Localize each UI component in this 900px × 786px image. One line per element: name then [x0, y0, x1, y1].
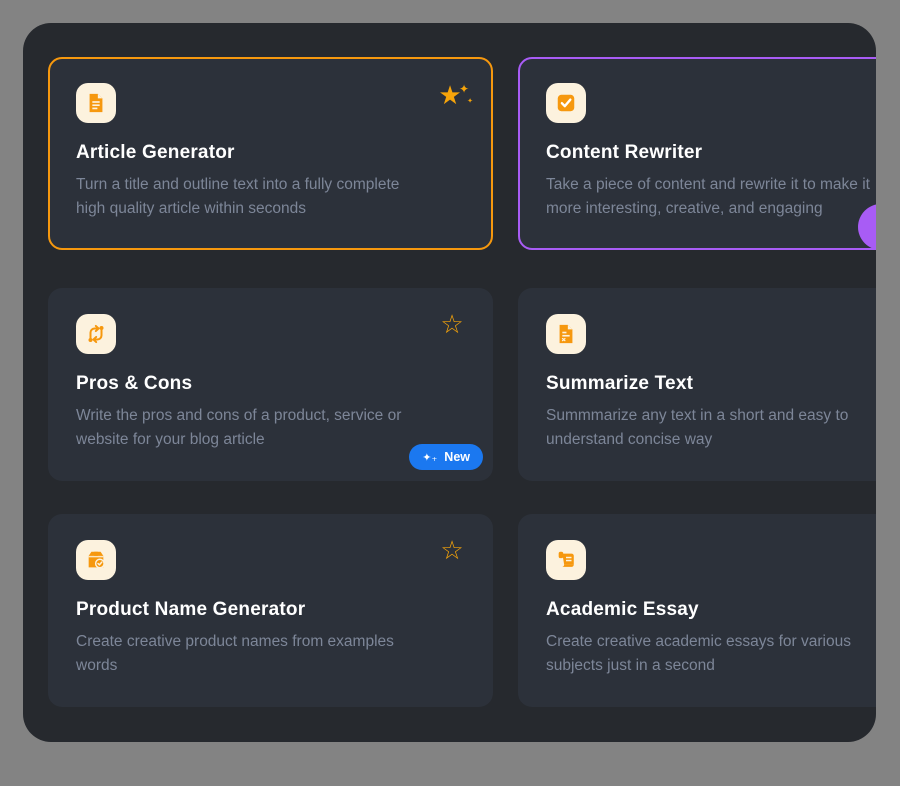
card-description: Turn a title and outline text into a ful…	[76, 173, 465, 221]
swap-arrows-icon	[76, 314, 116, 354]
article-document-icon	[85, 92, 107, 114]
summarize-document-icon	[546, 314, 586, 354]
favorite-outline-star-icon[interactable]: ☆	[437, 536, 467, 566]
tool-card-article-generator[interactable]: ★ ✦ ✦ Article Generator Turn a title and…	[48, 57, 493, 250]
card-description: Summmarize any text in a short and easy …	[546, 404, 876, 452]
new-badge-label: New	[444, 450, 470, 464]
card-description: Take a piece of content and rewrite it t…	[546, 173, 876, 221]
checkbox-icon	[555, 92, 577, 114]
summarize-document-icon	[555, 323, 577, 345]
tools-grid-panel: ★ ✦ ✦ Article Generator Turn a title and…	[23, 23, 876, 742]
scroll-icon	[546, 540, 586, 580]
product-box-icon	[85, 549, 107, 571]
checkbox-icon	[546, 83, 586, 123]
card-title: Product Name Generator	[76, 599, 465, 621]
card-title: Content Rewriter	[546, 142, 876, 164]
tool-card-product-name-generator[interactable]: ☆ Product Name Generator Create creative…	[48, 514, 493, 707]
product-box-icon	[76, 540, 116, 580]
tool-card-summarize-text[interactable]: Summarize Text Summmarize any text in a …	[518, 288, 876, 481]
card-description: Write the pros and cons of a product, se…	[76, 404, 465, 452]
favorite-outline-star-icon[interactable]: ☆	[437, 310, 467, 340]
tool-card-content-rewriter[interactable]: Content Rewriter Take a piece of content…	[518, 57, 876, 250]
card-title: Academic Essay	[546, 599, 876, 621]
article-document-icon	[76, 83, 116, 123]
card-title: Article Generator	[76, 142, 465, 164]
card-description: Create creative product names from examp…	[76, 630, 465, 678]
tool-card-academic-essay[interactable]: Academic Essay Create creative academic …	[518, 514, 876, 707]
card-title: Summarize Text	[546, 373, 876, 395]
tool-card-pros-and-cons[interactable]: ☆ Pros & Cons Write the pros and cons of…	[48, 288, 493, 481]
favorite-filled-star-icon[interactable]: ★ ✦ ✦	[435, 81, 465, 111]
scroll-icon	[555, 549, 577, 571]
swap-arrows-icon	[85, 323, 107, 345]
sparkle-icon: ✦	[467, 87, 473, 115]
card-title: Pros & Cons	[76, 373, 465, 395]
new-badge: ✦₊ New	[409, 444, 483, 470]
sparkle-icon: ✦₊	[422, 452, 437, 463]
card-description: Create creative academic essays for vari…	[546, 630, 876, 678]
